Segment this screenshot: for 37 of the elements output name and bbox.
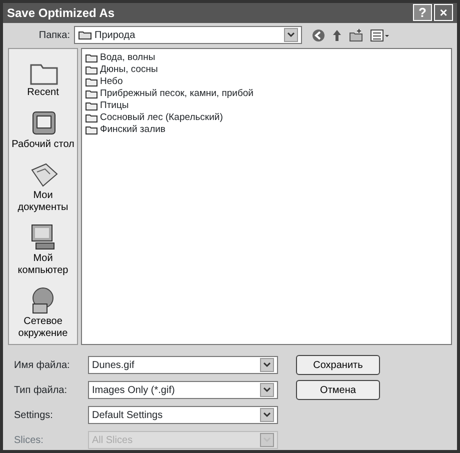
folder-icon xyxy=(85,125,98,136)
save-button[interactable]: Сохранить xyxy=(296,355,380,375)
dropdown-field[interactable]: Default Settings xyxy=(88,406,278,424)
folder-item[interactable]: Дюны, сосны xyxy=(100,63,158,78)
folder-item[interactable]: Финский залив xyxy=(100,123,166,138)
folder-icon xyxy=(85,89,98,100)
field-label: Settings: xyxy=(13,408,54,422)
close-button[interactable]: × xyxy=(434,4,453,22)
folder-icon xyxy=(85,113,98,124)
new-folder-icon[interactable] xyxy=(349,28,363,42)
folder-item[interactable]: Вода, волны xyxy=(100,51,156,66)
place-button[interactable]: Сетевое окружение xyxy=(9,284,77,340)
dropdown-field[interactable]: Images Only (*.gif) xyxy=(88,381,278,399)
back-icon[interactable] xyxy=(312,28,325,42)
place-button[interactable]: Recent xyxy=(9,55,77,99)
place-button[interactable]: Мои документы xyxy=(9,158,77,214)
folder-dropdown[interactable]: Природа xyxy=(74,26,302,44)
place-button[interactable]: Мой компьютер xyxy=(9,221,77,276)
folder-icon xyxy=(78,30,92,40)
window-title: Save Optimized As xyxy=(7,4,115,22)
folder-icon xyxy=(85,53,98,64)
folder-item[interactable]: Птицы xyxy=(100,99,129,114)
folder-icon xyxy=(85,101,98,112)
filename-field[interactable]: Dunes.gif xyxy=(88,356,278,374)
field-label: Имя файла: xyxy=(13,358,71,372)
folder-item[interactable]: Небо xyxy=(100,75,123,90)
folder-label: Папка: xyxy=(38,28,70,43)
field-label: Тип файла: xyxy=(13,384,68,398)
folder-icon xyxy=(85,77,98,88)
cancel-button[interactable]: Отмена xyxy=(296,380,380,400)
up-folder-icon[interactable] xyxy=(332,28,342,42)
folder-item[interactable]: Прибрежный песок, камни, прибой xyxy=(100,87,254,102)
field-label: Slices: xyxy=(13,434,44,448)
view-menu-icon[interactable] xyxy=(370,28,390,42)
folder-icon xyxy=(85,65,98,76)
place-button[interactable]: Рабочий стол xyxy=(9,106,77,150)
folder-item[interactable]: Сосновый лес (Карельский) xyxy=(100,111,223,126)
